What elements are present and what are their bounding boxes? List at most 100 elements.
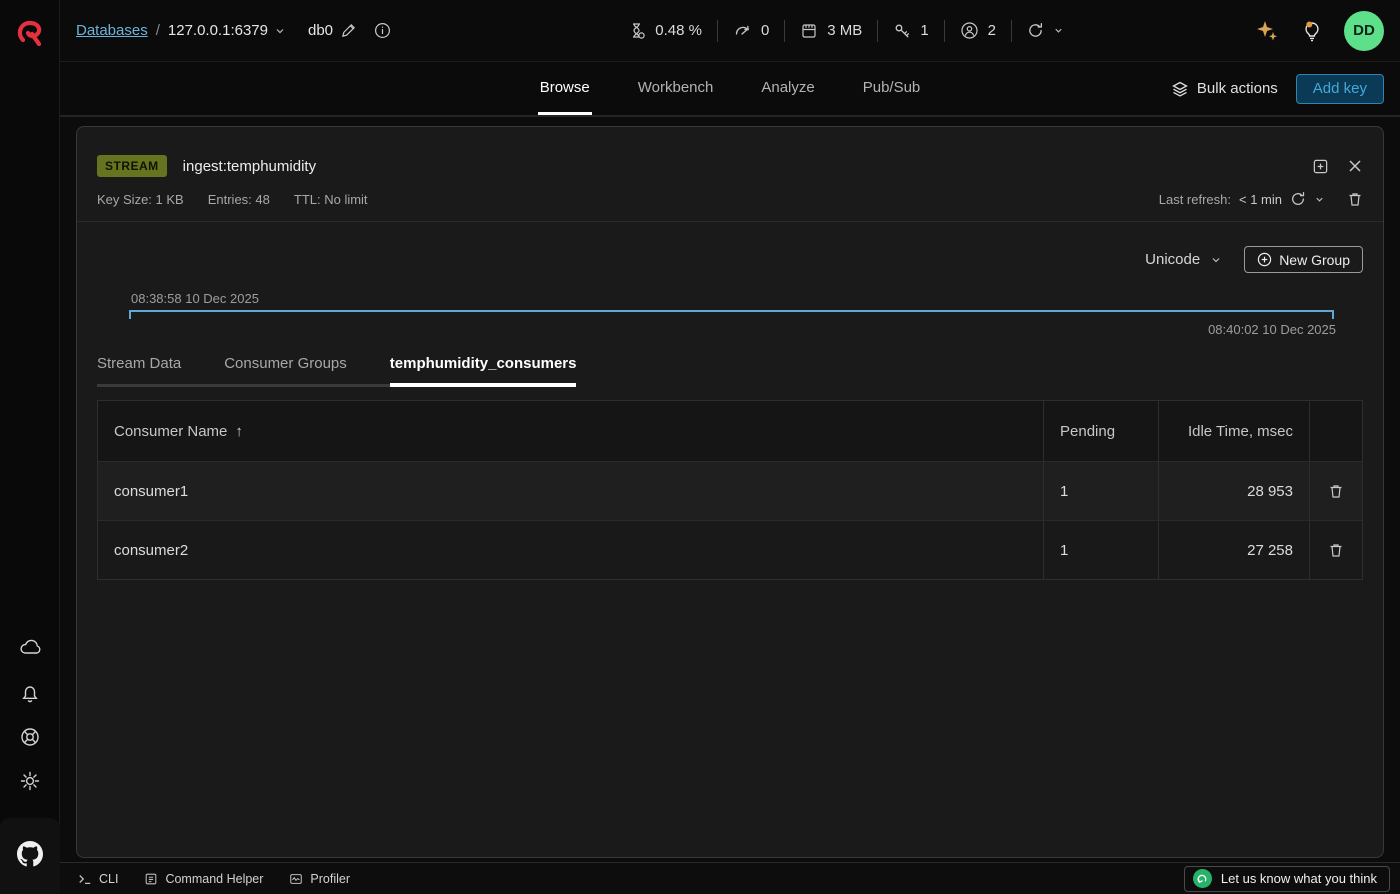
main-area: STREAM ingest:temphumidity Key Size: 1 K… (60, 117, 1400, 862)
edit-db-pencil-icon[interactable] (341, 23, 356, 38)
key-name: ingest:temphumidity (183, 158, 316, 175)
command-helper-button[interactable]: Command Helper (144, 872, 263, 886)
cli-button[interactable]: CLI (78, 872, 118, 886)
cell-pending: 1 (1043, 521, 1158, 579)
stat-memory: 3 MB (800, 22, 862, 40)
database-host-selector[interactable]: 127.0.0.1:6379 (168, 22, 286, 39)
layers-icon (1171, 80, 1189, 98)
commands-gauge-icon (733, 21, 752, 40)
last-refresh-label: Last refresh: (1159, 192, 1231, 207)
cell-consumer-name: consumer2 (98, 521, 1043, 579)
stat-cpu: 0.48 % (628, 22, 702, 40)
insights-lightbulb-icon[interactable] (1300, 19, 1324, 43)
breadcrumb-databases-link[interactable]: Databases (76, 22, 148, 39)
tab-consumers[interactable]: temphumidity_consumers (390, 355, 577, 387)
github-section (0, 818, 60, 894)
close-key-icon[interactable] (1347, 158, 1363, 174)
profiler-label: Profiler (310, 872, 350, 886)
bulk-actions-label: Bulk actions (1197, 80, 1278, 97)
cli-prompt-icon (78, 872, 92, 886)
breadcrumb: Databases / 127.0.0.1:6379 db0 (76, 22, 391, 39)
command-helper-label: Command Helper (165, 872, 263, 886)
consumers-table: Consumer Name ↑ Pending Idle Time, msec … (97, 400, 1363, 580)
command-helper-icon (144, 872, 158, 886)
stat-keys: 1 (893, 22, 928, 40)
sort-asc-icon: ↑ (235, 423, 243, 440)
open-in-window-icon[interactable] (1312, 158, 1329, 175)
db-info-icon[interactable] (374, 22, 391, 39)
feedback-label: Let us know what you think (1221, 871, 1377, 886)
chevron-down-icon (274, 25, 286, 37)
copilot-sparkles-icon[interactable] (1254, 18, 1280, 44)
settings-gear-icon[interactable] (19, 770, 41, 792)
help-lifebuoy-icon[interactable] (19, 726, 41, 748)
chevron-down-icon (1314, 194, 1325, 205)
refresh-stats-icon (1027, 22, 1044, 39)
key-size: Key Size: 1 KB (97, 192, 184, 207)
feedback-button[interactable]: Let us know what you think (1184, 866, 1390, 892)
github-icon[interactable] (17, 841, 43, 872)
cell-consumer-name: consumer1 (98, 462, 1043, 520)
tab-browse[interactable]: Browse (538, 62, 592, 115)
sidebar (0, 0, 60, 894)
chevron-down-icon (1053, 25, 1064, 36)
topbar-right: DD (1254, 11, 1384, 51)
profiler-button[interactable]: Profiler (289, 872, 350, 886)
stream-range-timeline[interactable]: 08:38:58 10 Dec 2025 08:40:02 10 Dec 202… (97, 291, 1363, 337)
cell-idle-time: 28 953 (1158, 462, 1309, 520)
db-stats-overview: 0.48 % 0 3 MB 1 2 (628, 20, 1064, 42)
cpu-usage-icon (628, 22, 646, 40)
cloud-icon[interactable] (18, 636, 42, 660)
top-bar: Databases / 127.0.0.1:6379 db0 0.48 % 0 (60, 0, 1400, 62)
stat-commands-value: 0 (761, 22, 769, 39)
stat-keys-value: 1 (920, 22, 928, 39)
add-key-button[interactable]: Add key (1296, 74, 1384, 104)
key-details-panel: STREAM ingest:temphumidity Key Size: 1 K… (76, 126, 1384, 858)
new-group-label: New Group (1279, 252, 1350, 268)
redisinsight-window: Databases / 127.0.0.1:6379 db0 0.48 % 0 (0, 0, 1400, 894)
cell-pending: 1 (1043, 462, 1158, 520)
main-nav: Browse Workbench Analyze Pub/Sub Bulk ac… (60, 62, 1400, 117)
table-row[interactable]: consumer1 1 28 953 (98, 461, 1362, 520)
memory-icon (800, 22, 818, 40)
range-start-timestamp: 08:38:58 10 Dec 2025 (131, 291, 1363, 306)
header-consumer-name[interactable]: Consumer Name ↑ (98, 401, 1043, 461)
stat-clients-value: 2 (988, 22, 996, 39)
cli-label: CLI (99, 872, 118, 886)
tab-workbench[interactable]: Workbench (636, 62, 716, 115)
tab-consumer-groups[interactable]: Consumer Groups (224, 355, 347, 384)
stat-commands: 0 (733, 21, 769, 40)
tab-stream-data[interactable]: Stream Data (97, 355, 181, 384)
plus-circle-icon (1257, 252, 1272, 267)
table-header-row: Consumer Name ↑ Pending Idle Time, msec (98, 401, 1362, 461)
breadcrumb-separator: / (156, 22, 160, 39)
table-row[interactable]: consumer2 1 27 258 (98, 520, 1362, 579)
header-idle-time[interactable]: Idle Time, msec (1158, 401, 1309, 461)
profiler-icon (289, 872, 303, 886)
tab-pubsub[interactable]: Pub/Sub (861, 62, 923, 115)
format-selected-value: Unicode (1145, 251, 1200, 268)
stat-cpu-value: 0.48 % (655, 22, 702, 39)
header-actions (1309, 401, 1362, 461)
format-select[interactable]: Unicode (1145, 251, 1222, 268)
new-group-button[interactable]: New Group (1244, 246, 1363, 273)
last-refresh-value: < 1 min (1239, 192, 1282, 207)
delete-key-trash-icon[interactable] (1347, 191, 1363, 207)
notifications-bell-icon[interactable] (19, 682, 41, 704)
redis-logo-icon[interactable] (15, 18, 45, 48)
delete-consumer-trash-icon[interactable] (1328, 483, 1344, 499)
key-type-badge: STREAM (97, 155, 167, 177)
range-end-timestamp: 08:40:02 10 Dec 2025 (97, 322, 1336, 337)
stats-refresh-control[interactable] (1027, 22, 1064, 39)
bulk-actions-button[interactable]: Bulk actions (1171, 80, 1278, 98)
header-pending[interactable]: Pending (1043, 401, 1158, 461)
db-index: db0 (308, 22, 333, 39)
delete-consumer-trash-icon[interactable] (1328, 542, 1344, 558)
bottom-tool-bar: CLI Command Helper Profiler Let us know … (60, 862, 1400, 894)
range-bar[interactable] (129, 310, 1334, 319)
refresh-key-icon[interactable] (1290, 191, 1306, 207)
stat-clients: 2 (960, 21, 996, 40)
tab-analyze[interactable]: Analyze (759, 62, 816, 115)
connected-clients-icon (960, 21, 979, 40)
user-avatar[interactable]: DD (1344, 11, 1384, 51)
